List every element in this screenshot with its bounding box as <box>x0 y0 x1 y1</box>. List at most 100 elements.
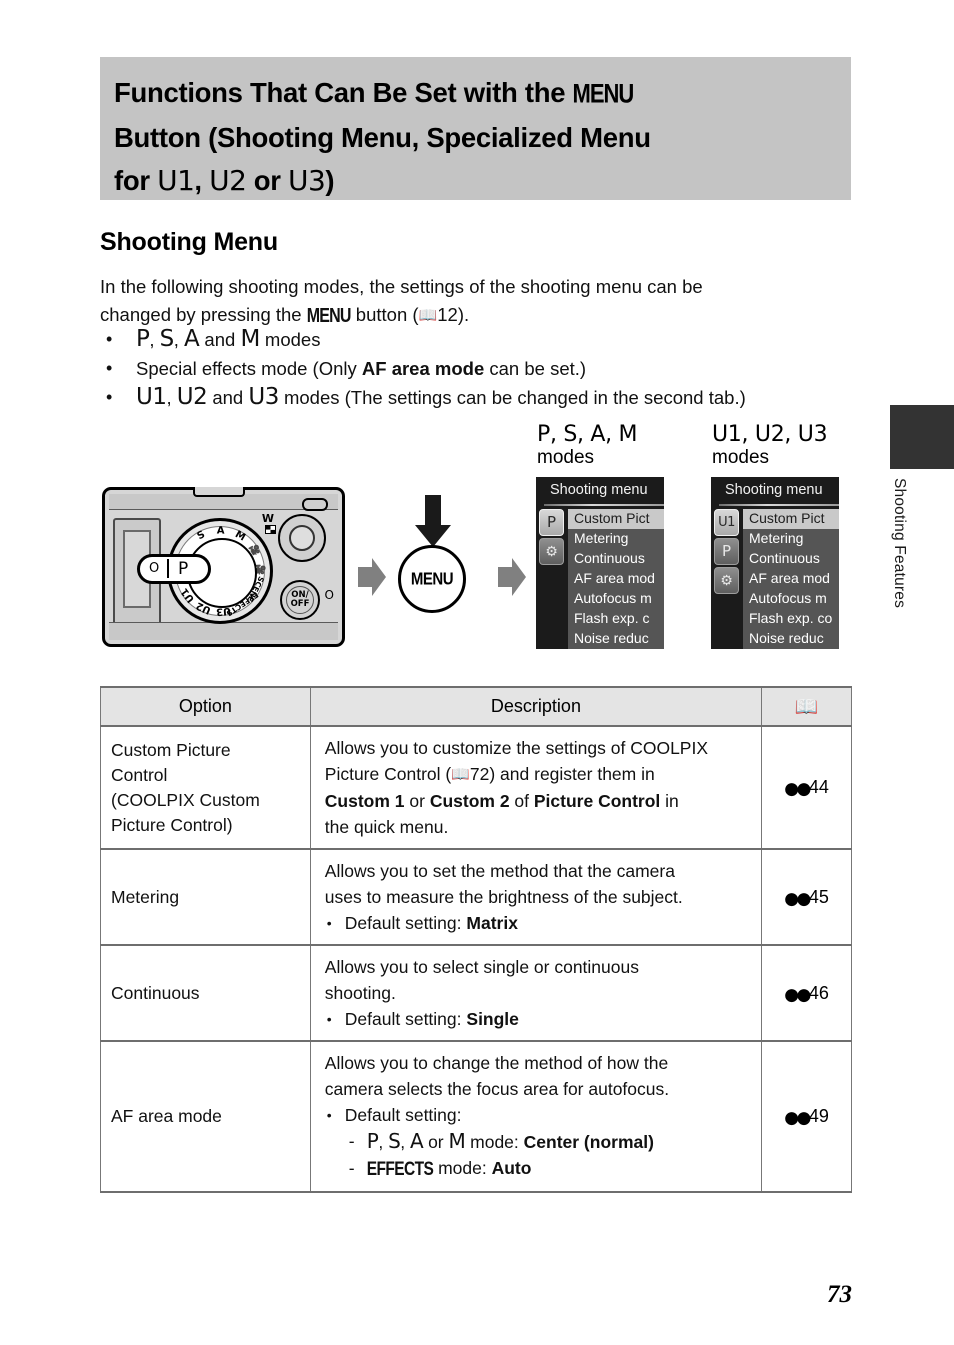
reference-page-number: 44 <box>808 777 829 797</box>
effects-mode-glyph: EFFECTS <box>366 1158 434 1181</box>
tab-setup-wrench[interactable]: ⚙ <box>539 538 564 565</box>
dial-mark-u2: U2 <box>194 599 213 616</box>
description-text: mode: <box>433 1158 492 1178</box>
description-line: Allows you to set the method that the ca… <box>325 858 751 884</box>
camera-side-marker: O <box>324 588 334 602</box>
bullet-text-part: , <box>166 387 177 408</box>
cell-option: AF area mode <box>100 1041 311 1193</box>
menu-item[interactable]: AF area mod <box>568 569 664 589</box>
bullet-text-part: , <box>173 329 185 350</box>
camera-top-illustration: SAM🎥🎥SCENEEFFECTSU3U2U1P O P W O ON/ OFF <box>102 487 345 647</box>
shutter-release-button[interactable] <box>302 498 328 511</box>
dial-mark-movie-icon: 🎥 <box>247 543 262 558</box>
description-text: Allows you to select single or continuou… <box>324 957 639 977</box>
caption-user-sub: modes <box>712 447 770 468</box>
intro-page-ref: 12 <box>437 304 458 325</box>
description-text: or <box>423 1132 449 1152</box>
bullet-text-part: U3 <box>248 384 279 410</box>
thumbnail-grid-icon <box>265 525 276 534</box>
menu-item[interactable]: Continuous <box>743 549 839 569</box>
description-text: camera selects the focus area for autofo… <box>324 1079 670 1099</box>
page-title-line1: Functions That Can Be Set with the <box>114 77 573 108</box>
intro-line1: In the following shooting modes, the set… <box>100 276 703 297</box>
menu-item[interactable]: Noise reduc <box>568 629 664 649</box>
wide-zoom-label: W <box>261 512 274 525</box>
menu-item[interactable]: Noise reduc <box>743 629 839 649</box>
description-line: the quick menu. <box>325 814 751 840</box>
dial-callout-selected-mode: P <box>178 559 189 579</box>
description-line: Default setting: Matrix <box>325 910 751 936</box>
description-line: P, S, A or M mode: Center (normal) <box>325 1128 751 1155</box>
screen-tab-column: P ⚙ <box>539 509 565 567</box>
mode-letter: M <box>448 1129 466 1153</box>
description-text: Allows you to change the method of how t… <box>324 1053 669 1073</box>
intro-line2-mid: button ( <box>350 304 419 325</box>
tab-shooting-p[interactable]: P <box>714 538 739 565</box>
bullet-text-part: , <box>149 329 160 350</box>
section-heading: Shooting Menu <box>100 228 278 256</box>
menu-item[interactable]: Flash exp. co <box>743 609 839 629</box>
emphasis-text: Auto <box>491 1158 532 1178</box>
dial-mark-s: S <box>195 529 207 543</box>
flow-arrow-right-icon <box>498 558 526 596</box>
page-title-line3-pre: for <box>114 165 158 196</box>
tab-shooting-p[interactable]: P <box>539 509 564 536</box>
mode-u2-glyph: U2 <box>209 164 247 197</box>
description-line: shooting. <box>325 980 751 1006</box>
table-row: Metering Allows you to set the method tha… <box>100 849 852 946</box>
power-button-ring <box>286 586 314 614</box>
menu-item[interactable]: AF area mod <box>743 569 839 589</box>
reference-section-icon: ●● <box>784 1108 811 1128</box>
zoom-control-inner <box>289 525 315 551</box>
screen-title: Shooting menu <box>550 482 648 498</box>
dial-callout-index-mark: O <box>149 561 160 576</box>
tab-user-u1[interactable]: U1 <box>714 509 739 536</box>
screen-menu-items: Custom Pict Metering Continuous AF area mod… <box>568 509 664 649</box>
screen-tab-column: U1 P ⚙ <box>714 509 740 596</box>
description-line: uses to measure the brightness of the su… <box>325 884 751 910</box>
menu-button-label: MENU <box>410 569 454 589</box>
bullet-text-part: M <box>240 326 260 352</box>
intro-line2-end: ). <box>457 304 470 325</box>
menu-item[interactable]: Metering <box>743 529 839 549</box>
menu-item[interactable]: Flash exp. c <box>568 609 664 629</box>
mode-bullet-list: • P, S, A and M modes • Special effects mod… <box>100 325 860 412</box>
title-sep: , <box>194 165 210 196</box>
option-line: AF area mode <box>111 1106 222 1126</box>
column-header-reference: 📖 <box>761 686 852 727</box>
reference-page-number: 49 <box>808 1106 829 1126</box>
zoom-control-ring[interactable] <box>278 514 326 562</box>
description-text: uses to measure the brightness of the su… <box>324 887 683 907</box>
description-text: , <box>400 1132 411 1152</box>
description-text: the quick menu. <box>324 817 449 837</box>
menu-item[interactable]: Autofocus m <box>568 589 664 609</box>
dial-mark-u1: U1 <box>179 585 197 605</box>
menu-item[interactable]: Metering <box>568 529 664 549</box>
description-text: mode: <box>465 1132 524 1152</box>
description-text: of <box>509 791 534 811</box>
cell-reference: ●●49 <box>761 1041 852 1193</box>
menu-item[interactable]: Custom Pict <box>743 509 839 529</box>
table-row: Continuous Allows you to select single or… <box>100 945 852 1042</box>
cell-description: Allows you to change the method of how t… <box>309 1041 763 1193</box>
bullet-special-effects-mode: • Special effects mode (Only AF area mode… <box>100 354 860 383</box>
menu-item[interactable]: Autofocus m <box>743 589 839 609</box>
emphasis-text: Custom 1 <box>324 791 405 811</box>
bullet-text-part: modes (The settings can be changed in th… <box>278 387 746 408</box>
dial-mark-m: M <box>232 529 248 544</box>
mode-u1-glyph: U1 <box>157 164 195 197</box>
mode-dial-selected-callout: O P <box>137 554 211 584</box>
option-line: (COOLPIX Custom <box>111 789 260 810</box>
cell-option: Continuous <box>100 945 311 1042</box>
menu-button[interactable]: MENU <box>398 545 466 613</box>
bullet-text-part: and <box>199 329 241 350</box>
emphasis-text: Single <box>466 1009 519 1029</box>
power-button[interactable]: ON/ OFF <box>280 580 320 620</box>
menu-item[interactable]: Continuous <box>568 549 664 569</box>
reference-page-number: 45 <box>808 886 829 907</box>
menu-item[interactable]: Custom Pict <box>568 509 664 529</box>
option-line: Control <box>111 764 168 785</box>
camera-screen-user: Shooting menu U1 P ⚙ Custom Pict Metering Co… <box>711 477 839 649</box>
reference-section-icon: ●● <box>784 984 811 1005</box>
tab-setup-wrench[interactable]: ⚙ <box>714 567 739 594</box>
